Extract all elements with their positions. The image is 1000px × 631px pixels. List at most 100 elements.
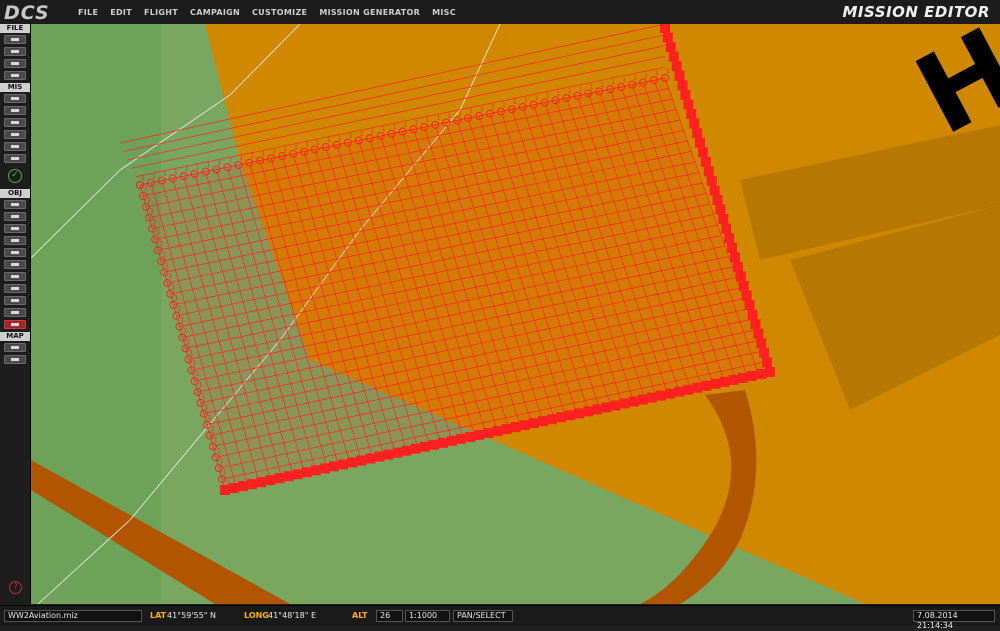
selected-unit[interactable] bbox=[732, 261, 743, 272]
menu-mission-generator[interactable]: MISSION GENERATOR bbox=[319, 8, 420, 17]
selected-unit[interactable] bbox=[220, 485, 230, 495]
delete-icon[interactable] bbox=[4, 320, 26, 329]
selected-unit[interactable] bbox=[753, 328, 764, 339]
selected-unit[interactable] bbox=[447, 435, 458, 446]
save-as-icon[interactable] bbox=[4, 71, 26, 80]
selected-unit[interactable] bbox=[592, 404, 603, 415]
selected-unit[interactable] bbox=[247, 479, 258, 490]
selected-unit[interactable] bbox=[438, 437, 448, 448]
selected-unit[interactable] bbox=[265, 475, 276, 486]
new-file-icon[interactable] bbox=[4, 35, 26, 44]
selected-unit[interactable] bbox=[695, 137, 705, 148]
selected-unit[interactable] bbox=[656, 390, 666, 401]
plane-icon[interactable] bbox=[4, 106, 26, 115]
selected-unit[interactable] bbox=[301, 467, 312, 478]
selected-unit[interactable] bbox=[565, 410, 576, 421]
helicopter-icon[interactable] bbox=[4, 118, 26, 127]
selected-unit[interactable] bbox=[706, 175, 717, 186]
selected-unit[interactable] bbox=[619, 398, 630, 409]
selected-unit[interactable] bbox=[283, 471, 294, 482]
selected-unit[interactable] bbox=[356, 455, 367, 466]
selected-unit[interactable] bbox=[727, 242, 738, 253]
selected-unit[interactable] bbox=[750, 319, 761, 330]
selected-unit[interactable] bbox=[556, 412, 567, 423]
selected-unit[interactable] bbox=[637, 394, 648, 405]
map-view[interactable]: H 11111111111111111111111111111111111111… bbox=[31, 24, 1000, 604]
selected-unit[interactable] bbox=[428, 439, 439, 450]
menu-misc[interactable]: MISC bbox=[432, 8, 456, 17]
selected-unit[interactable] bbox=[537, 416, 548, 427]
selected-unit[interactable] bbox=[701, 380, 712, 391]
menu-flight[interactable]: FLIGHT bbox=[144, 8, 178, 17]
selected-unit[interactable] bbox=[383, 449, 394, 460]
template-icon[interactable] bbox=[4, 308, 26, 317]
selected-unit[interactable] bbox=[665, 388, 676, 399]
vehicle-group-icon[interactable] bbox=[4, 248, 26, 257]
map-canvas[interactable]: H 11111111111111111111111111111111111111… bbox=[31, 24, 1000, 604]
mission-options-icon[interactable] bbox=[4, 94, 26, 103]
selected-unit[interactable] bbox=[677, 80, 688, 91]
selected-unit[interactable] bbox=[238, 481, 249, 492]
selected-unit[interactable] bbox=[610, 400, 621, 411]
selected-unit[interactable] bbox=[347, 457, 358, 468]
selected-unit[interactable] bbox=[689, 118, 700, 129]
selected-unit[interactable] bbox=[709, 185, 720, 196]
map-scale[interactable]: 1:1000 bbox=[405, 610, 450, 622]
selected-unit[interactable] bbox=[465, 431, 476, 442]
selected-unit[interactable] bbox=[256, 477, 267, 488]
menu-edit[interactable]: EDIT bbox=[110, 8, 132, 17]
selected-unit[interactable] bbox=[719, 376, 730, 387]
selected-unit[interactable] bbox=[229, 483, 240, 494]
selected-unit[interactable] bbox=[628, 396, 639, 407]
selected-unit[interactable] bbox=[583, 406, 594, 417]
selected-unit[interactable] bbox=[483, 427, 494, 438]
selected-unit[interactable] bbox=[730, 252, 740, 263]
selected-unit[interactable] bbox=[703, 166, 714, 177]
selected-unit[interactable] bbox=[329, 461, 339, 472]
selected-unit[interactable] bbox=[674, 70, 685, 81]
selected-unit[interactable] bbox=[755, 368, 766, 379]
selected-unit[interactable] bbox=[756, 338, 767, 349]
selected-unit[interactable] bbox=[692, 382, 703, 393]
selected-unit[interactable] bbox=[374, 451, 385, 462]
save-file-icon[interactable] bbox=[4, 59, 26, 68]
selected-unit[interactable] bbox=[710, 378, 721, 389]
check-icon[interactable] bbox=[4, 154, 26, 163]
menu-file[interactable]: FILE bbox=[78, 8, 98, 17]
selected-unit[interactable] bbox=[392, 447, 403, 458]
waypoint-icon[interactable] bbox=[4, 260, 26, 269]
selected-unit[interactable] bbox=[547, 414, 557, 425]
selected-unit[interactable] bbox=[319, 463, 330, 474]
selected-unit[interactable] bbox=[274, 473, 285, 484]
selected-unit[interactable] bbox=[741, 290, 752, 301]
ruler-icon[interactable] bbox=[4, 355, 26, 364]
menu-campaign[interactable]: CAMPAIGN bbox=[190, 8, 240, 17]
selected-unit[interactable] bbox=[718, 214, 729, 225]
selected-unit[interactable] bbox=[746, 370, 757, 381]
selected-unit[interactable] bbox=[683, 99, 694, 110]
selected-unit[interactable] bbox=[365, 453, 376, 464]
selected-unit[interactable] bbox=[456, 433, 467, 444]
selected-unit[interactable] bbox=[680, 89, 691, 100]
selected-unit[interactable] bbox=[310, 465, 321, 476]
selected-unit[interactable] bbox=[686, 109, 697, 119]
target-icon[interactable] bbox=[4, 272, 26, 281]
selected-unit[interactable] bbox=[501, 424, 512, 435]
airdrome-icon[interactable] bbox=[4, 284, 26, 293]
ship-group-icon[interactable] bbox=[4, 236, 26, 245]
trigger-zone-icon[interactable] bbox=[4, 130, 26, 139]
triggers-icon[interactable] bbox=[4, 142, 26, 151]
ship-icon[interactable] bbox=[4, 296, 26, 305]
selected-unit[interactable] bbox=[697, 147, 708, 158]
selected-unit[interactable] bbox=[401, 445, 412, 456]
open-file-icon[interactable] bbox=[4, 47, 26, 56]
menu-customize[interactable]: CUSTOMIZE bbox=[252, 8, 307, 17]
selected-unit[interactable] bbox=[662, 32, 673, 43]
selected-unit[interactable] bbox=[665, 42, 676, 53]
selected-unit[interactable] bbox=[528, 418, 539, 429]
airplane-group-icon[interactable] bbox=[4, 212, 26, 221]
selected-unit[interactable] bbox=[474, 429, 485, 440]
selected-unit[interactable] bbox=[724, 233, 735, 244]
selected-unit[interactable] bbox=[674, 386, 685, 397]
selected-unit[interactable] bbox=[737, 372, 748, 383]
